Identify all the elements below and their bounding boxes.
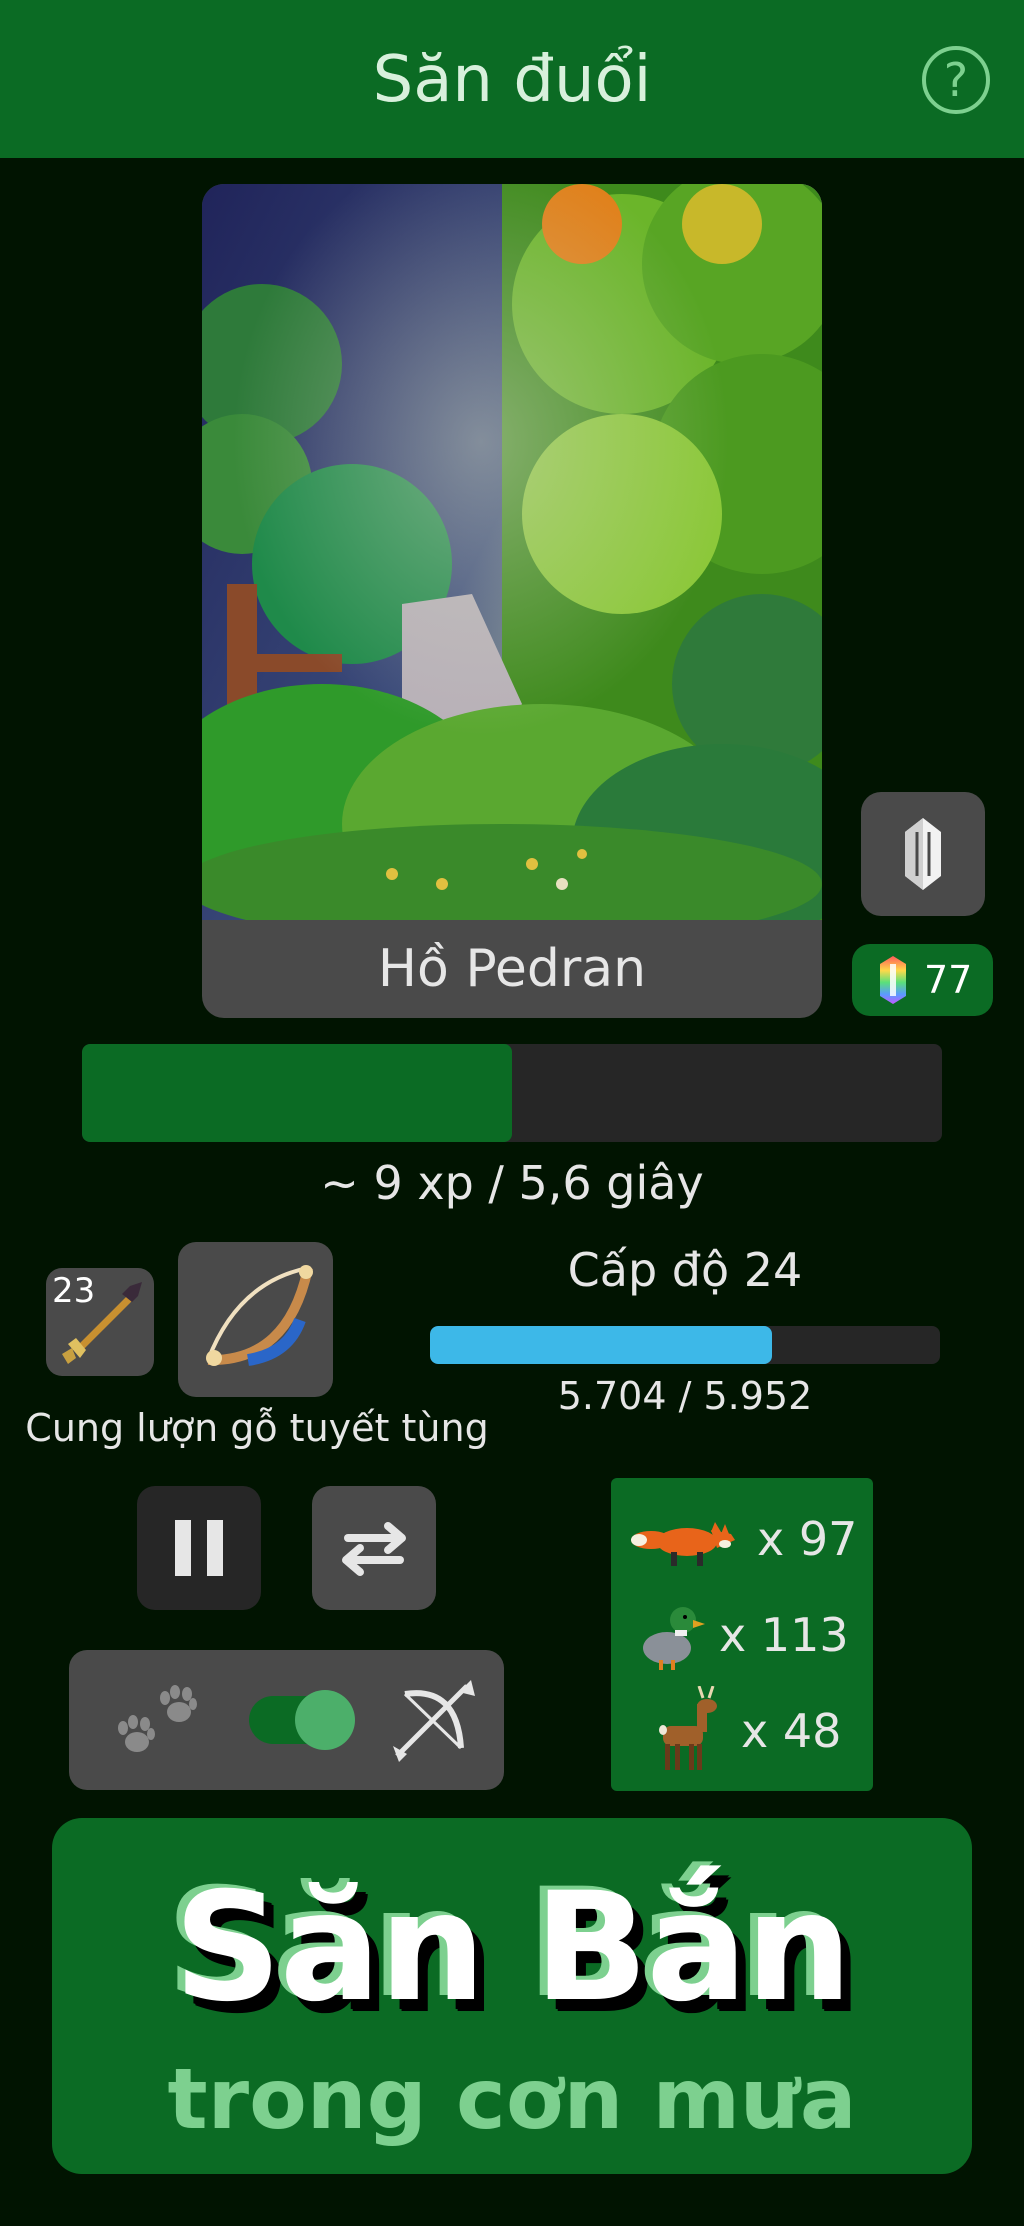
loot-panel: x 97 x 113 x 48 (611, 1478, 873, 1791)
page-title: Săn đuổi (372, 43, 652, 117)
loot-row-fox: x 97 (611, 1492, 873, 1586)
pause-icon (175, 1520, 223, 1576)
loot-count-duck: x 113 (719, 1608, 849, 1662)
activity-progress-fill (82, 1044, 512, 1142)
crystal-button[interactable] (861, 792, 985, 916)
rainbow-crystal-icon (880, 956, 906, 1004)
level-progress-fill (430, 1326, 773, 1364)
duck-icon (643, 1607, 705, 1670)
xp-rate-text: ~ 9 xp / 5,6 giây (320, 1156, 704, 1210)
help-question-icon[interactable]: ? (922, 46, 990, 114)
location-card[interactable]: Hồ Pedran (202, 184, 822, 1018)
pause-button[interactable] (137, 1486, 261, 1610)
loot-row-deer: x 48 (611, 1684, 873, 1778)
gem-count: 77 (924, 958, 973, 1002)
crystal-icon (905, 818, 941, 890)
ammo-slot[interactable]: 23 (46, 1268, 154, 1376)
location-name: Hồ Pedran (377, 939, 647, 999)
gem-balance-badge[interactable]: 77 (852, 944, 993, 1016)
bow-arrow-icon (393, 1680, 475, 1762)
activity-progress-bar (82, 1044, 942, 1142)
loot-count-fox: x 97 (757, 1512, 858, 1566)
paw-prints-icon (118, 1685, 197, 1752)
promo-subtitle: trong cơn mưa (167, 2050, 857, 2148)
level-label: Cấp độ 24 (567, 1243, 803, 1297)
switch-button[interactable] (312, 1486, 436, 1610)
level-progress-bar (430, 1326, 940, 1364)
toggle-knob (295, 1690, 355, 1750)
loot-count-deer: x 48 (741, 1704, 842, 1758)
mode-toggle[interactable] (249, 1690, 355, 1750)
promo-title: Săn Bắn (173, 1861, 853, 2035)
hunt-mode-panel (69, 1650, 504, 1790)
forest-scene-image (202, 184, 822, 920)
fox-icon (631, 1522, 735, 1566)
swap-arrows-icon (342, 1522, 406, 1576)
promo-banner: Săn Bắn trong cơn mưa (52, 1818, 972, 2174)
loot-row-duck: x 113 (611, 1588, 873, 1682)
level-progress-text: 5.704 / 5.952 (557, 1374, 813, 1418)
weapon-slot[interactable] (178, 1242, 333, 1397)
bow-icon (206, 1265, 313, 1366)
arrow-icon (62, 1282, 142, 1364)
deer-icon (659, 1686, 717, 1770)
